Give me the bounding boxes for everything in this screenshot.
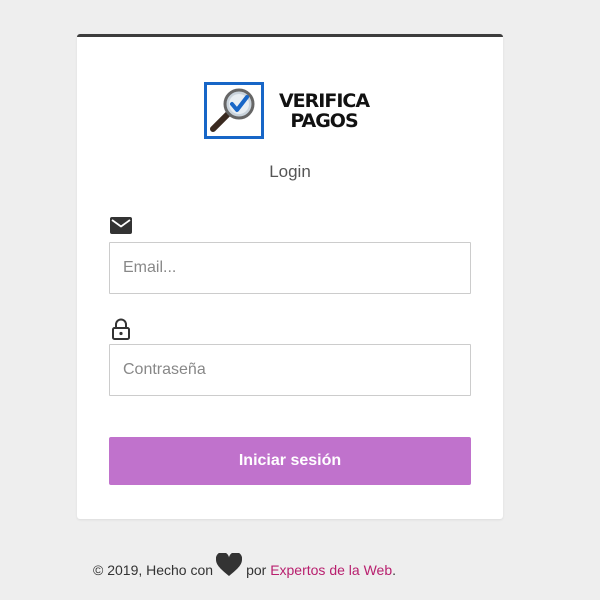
magnifier-checkmark-icon [210,88,255,132]
login-submit-button[interactable]: Iniciar sesión [109,437,471,485]
footer-suffix: . [392,562,396,578]
login-title: Login [269,162,311,181]
heart-icon [215,551,243,577]
logo-emblem [204,82,264,139]
expertos-de-la-web-link[interactable]: Expertos de la Web [270,562,392,578]
password-field[interactable] [109,344,471,396]
footer-prefix: © 2019, Hecho con [93,562,214,578]
verifica-pagos-logo: VERIFICA PAGOS [204,82,379,142]
envelope-icon [109,214,133,238]
footer-middle: por [246,562,267,578]
logo-line-1: VERIFICA [278,90,370,112]
email-input[interactable] [110,243,470,293]
login-card: VERIFICA PAGOS Login Iniciar sesión [77,34,503,519]
footer: © 2019, Hecho con por Expertos de la Web… [93,550,396,590]
logo-line-2: PAGOS [290,110,358,132]
lock-icon [109,317,133,341]
password-input[interactable] [110,345,470,395]
email-field[interactable] [109,242,471,294]
logo-text: VERIFICA PAGOS [268,91,380,131]
